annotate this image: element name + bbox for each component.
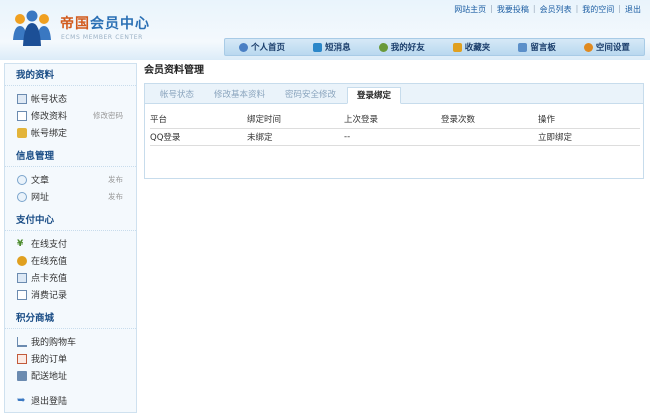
section-title-payment: 支付中心	[5, 211, 136, 231]
sidebar-item-cart[interactable]: 我的购物车	[5, 333, 136, 350]
record-icon	[17, 289, 27, 300]
header: 帝国会员中心 ECMS MEMBER CENTER 网站主页 | 我要投稿 | 会员…	[0, 0, 650, 60]
yen-icon: ¥	[17, 238, 24, 249]
link-home[interactable]: 网站主页	[454, 4, 486, 15]
coins-icon	[17, 255, 27, 266]
lock-icon	[17, 127, 27, 138]
sidebar-item-card-recharge[interactable]: 点卡充值	[5, 269, 136, 286]
tab-password-security[interactable]: 密码安全修改	[276, 87, 345, 104]
sidebar-logout[interactable]: ➥ 退出登陆	[5, 392, 136, 409]
user-icon	[239, 42, 249, 52]
truck-icon	[17, 370, 27, 381]
sidebar-item-address[interactable]: 配送地址	[5, 367, 136, 384]
section-title-info: 信息管理	[5, 147, 136, 167]
table-row: QQ登录 未绑定 -- 立即绑定	[150, 128, 640, 146]
link-submit[interactable]: 我要投稿	[497, 4, 529, 15]
account-icon	[17, 93, 27, 104]
brand-subtitle: ECMS MEMBER CENTER	[61, 34, 143, 41]
nav-friends[interactable]: 我的好友	[378, 41, 425, 53]
sidebar-item-online-payment[interactable]: ¥ 在线支付	[5, 235, 136, 252]
sidebar-item-account-binding[interactable]: 帐号绑定	[5, 124, 136, 141]
section-title-profile: 我的资料	[5, 66, 136, 86]
sidebar-item-articles[interactable]: 文章 发布	[5, 171, 136, 188]
article-icon	[17, 174, 27, 185]
tab-account-status[interactable]: 帐号状态	[151, 87, 203, 104]
star-icon	[452, 42, 462, 52]
publish-article-link[interactable]: 发布	[108, 174, 123, 185]
settings-icon	[583, 42, 593, 52]
content-panel: 帐号状态 修改基本资料 密码安全修改 登录绑定 平台 绑定时间 上次登录 登录次…	[144, 83, 644, 179]
cell-login-count	[441, 128, 538, 146]
bind-now-link[interactable]: 立即绑定	[538, 128, 640, 146]
sidebar-item-edit-profile[interactable]: 修改资料 修改密码	[5, 107, 136, 124]
link-icon	[17, 191, 27, 202]
top-links: 网站主页 | 我要投稿 | 会员列表 | 我的空间 | 退出	[454, 4, 641, 15]
edit-icon	[17, 110, 27, 121]
board-icon	[518, 42, 528, 52]
nav-home[interactable]: 个人首页	[239, 41, 285, 53]
sidebar-item-links[interactable]: 网址 发布	[5, 188, 136, 205]
col-action: 操作	[538, 111, 640, 129]
message-icon	[313, 42, 323, 52]
main-nav: 个人首页 短消息 我的好友 收藏夹 留言板 空间设置	[224, 38, 645, 56]
col-bind-time: 绑定时间	[247, 111, 344, 129]
publish-link-link[interactable]: 发布	[108, 191, 123, 202]
link-member-list[interactable]: 会员列表	[540, 4, 572, 15]
col-login-count: 登录次数	[441, 111, 538, 129]
sidebar-item-spending-record[interactable]: 消费记录	[5, 286, 136, 303]
cart-icon	[17, 336, 27, 347]
tab-bar: 帐号状态 修改基本资料 密码安全修改 登录绑定	[145, 84, 643, 104]
tab-login-binding[interactable]: 登录绑定	[347, 87, 402, 104]
sidebar: 我的资料 帐号状态 修改资料 修改密码 帐号绑定 信息管理 文章 发布 网址 发布 支…	[4, 63, 137, 413]
main-content: 会员资料管理 帐号状态 修改基本资料 密码安全修改 登录绑定 平台 绑定时间 上…	[144, 63, 644, 179]
section-title-mall: 积分商城	[5, 309, 136, 329]
cell-bind-time: 未绑定	[247, 128, 344, 146]
nav-favorites[interactable]: 收藏夹	[452, 41, 490, 53]
cell-last-login: --	[344, 128, 441, 146]
cell-platform: QQ登录	[150, 128, 247, 146]
col-platform: 平台	[150, 111, 247, 129]
brand-title: 帝国会员中心	[60, 16, 150, 32]
col-last-login: 上次登录	[344, 111, 441, 129]
friends-icon	[378, 42, 388, 52]
binding-table: 平台 绑定时间 上次登录 登录次数 操作 QQ登录 未绑定 -- 立即绑定	[150, 111, 640, 146]
arrow-back-icon: ➥	[17, 394, 26, 406]
link-my-space[interactable]: 我的空间	[582, 4, 614, 15]
sidebar-item-online-recharge[interactable]: 在线充值	[5, 252, 136, 269]
table-header-row: 平台 绑定时间 上次登录 登录次数 操作	[150, 111, 640, 129]
order-icon	[17, 353, 27, 364]
card-icon	[17, 272, 27, 283]
change-password-link[interactable]: 修改密码	[93, 110, 123, 121]
sidebar-item-account-status[interactable]: 帐号状态	[5, 90, 136, 107]
link-logout[interactable]: 退出	[625, 4, 641, 15]
nav-messages[interactable]: 短消息	[313, 41, 351, 53]
nav-guestbook[interactable]: 留言板	[518, 41, 556, 53]
page-title: 会员资料管理	[144, 65, 204, 76]
sidebar-item-orders[interactable]: 我的订单	[5, 350, 136, 367]
logo-people-icon	[13, 10, 51, 46]
tab-edit-basic-info[interactable]: 修改基本资料	[205, 87, 274, 104]
nav-space-settings[interactable]: 空间设置	[583, 41, 630, 53]
